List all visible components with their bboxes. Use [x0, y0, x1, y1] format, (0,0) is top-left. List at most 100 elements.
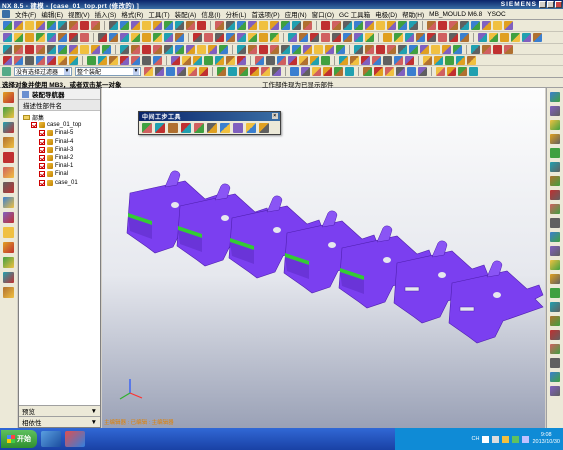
toolbar-tool-icon[interactable] [438, 33, 447, 42]
toolbar-tool-icon[interactable] [155, 123, 165, 133]
toolbar-tool-icon[interactable] [47, 44, 56, 54]
toolbar-tool-icon[interactable] [266, 55, 275, 65]
toolbar-tool-icon[interactable] [394, 55, 403, 65]
toolbar-tool-icon[interactable] [175, 44, 184, 54]
toolbar-tool-icon[interactable] [504, 44, 513, 54]
toolbar-tool-icon[interactable] [182, 55, 191, 65]
right-tool-icon[interactable] [550, 358, 560, 368]
toolbar-tool-icon[interactable] [343, 33, 352, 42]
toolbar-tool-icon[interactable] [58, 21, 67, 30]
toolbar-tool-icon[interactable] [25, 55, 34, 65]
toolbar-tool-icon[interactable] [120, 33, 129, 42]
toolbar-tool-icon[interactable] [372, 55, 381, 65]
toolbar-tool-icon[interactable] [449, 33, 458, 42]
toolbar-tool-icon[interactable] [361, 55, 370, 65]
visibility-checkbox[interactable] [39, 179, 45, 186]
toolbar-tool-icon[interactable] [405, 55, 414, 65]
toolbar-tool-icon[interactable] [226, 21, 235, 30]
toolbar-tool-icon[interactable] [237, 21, 246, 30]
toolbar-tool-icon[interactable] [321, 33, 330, 42]
app-icon[interactable] [2, 10, 10, 18]
toolbar-tool-icon[interactable] [281, 44, 290, 54]
toolbar-tool-icon[interactable] [447, 67, 456, 76]
toolbar-tool-icon[interactable] [259, 44, 268, 54]
column-header[interactable]: 描述性部件名 [19, 100, 100, 111]
menu-format[interactable]: 格式(R) [121, 9, 143, 19]
tree-node[interactable]: case_01 [19, 179, 100, 187]
visibility-checkbox[interactable] [39, 163, 45, 170]
toolbar-tool-icon[interactable] [365, 44, 374, 54]
toolbar-tool-icon[interactable] [248, 33, 257, 42]
menu-edit[interactable]: 编辑(E) [41, 9, 63, 19]
toolbar-tool-icon[interactable] [471, 44, 480, 54]
toolbar-tool-icon[interactable] [186, 44, 195, 54]
visibility-checkbox[interactable] [31, 122, 37, 129]
toolbar-tool-icon[interactable] [460, 21, 469, 30]
toolbar-tool-icon[interactable] [343, 21, 352, 30]
toolbar-tool-icon[interactable] [500, 33, 509, 42]
visibility-checkbox[interactable] [39, 130, 45, 137]
toolbar-tool-icon[interactable] [323, 67, 332, 76]
menu-icon[interactable] [2, 67, 11, 76]
toolbar-tool-icon[interactable] [482, 21, 491, 30]
toolbar-tool-icon[interactable] [493, 44, 502, 54]
toolbar-tool-icon[interactable] [334, 67, 343, 76]
toolbar-tool-icon[interactable] [3, 44, 12, 54]
tree-node[interactable]: Final-2 [19, 154, 100, 162]
toolbar-tool-icon[interactable] [345, 67, 354, 76]
toolbar-tool-icon[interactable] [261, 67, 270, 76]
toolbar-tool-icon[interactable] [354, 44, 363, 54]
toolbar-tool-icon[interactable] [376, 21, 385, 30]
toolbar-tool-icon[interactable] [144, 67, 153, 76]
toolbar-tool-icon[interactable] [142, 55, 151, 65]
toolbar-tool-icon[interactable] [288, 55, 297, 65]
menu-analysis[interactable]: 分析(L) [225, 9, 246, 19]
resource-tab-icon[interactable] [3, 272, 14, 283]
toolbar-tool-icon[interactable] [332, 33, 341, 42]
toolbar-tool-icon[interactable] [153, 55, 162, 65]
toolbar-tool-icon[interactable] [292, 44, 301, 54]
toolbar-tool-icon[interactable] [365, 21, 374, 30]
toolbar-tool-icon[interactable] [270, 44, 279, 54]
toolbar-tool-icon[interactable] [237, 55, 246, 65]
toolbar-tool-icon[interactable] [478, 33, 487, 42]
tree-node[interactable]: Final [19, 170, 100, 178]
toolbar-tool-icon[interactable] [197, 44, 206, 54]
toolbar-tool-icon[interactable] [248, 21, 257, 30]
toolbar-tool-icon[interactable] [336, 44, 345, 54]
clock[interactable]: 9:08 2013/10/30 [532, 432, 560, 446]
toolbar-tool-icon[interactable] [204, 55, 213, 65]
toolbar-tool-icon[interactable] [120, 44, 129, 54]
toolbar-tool-icon[interactable] [482, 44, 491, 54]
toolbar-tool-icon[interactable] [226, 55, 235, 65]
toolbar-tool-icon[interactable] [394, 33, 403, 42]
menu-window[interactable]: 窗口(O) [312, 9, 334, 19]
toolbar-tool-icon[interactable] [193, 33, 202, 42]
right-tool-icon[interactable] [550, 316, 560, 326]
menu-info[interactable]: 信息(I) [201, 9, 220, 19]
toolbar-tool-icon[interactable] [47, 55, 56, 65]
toolbar-tool-icon[interactable] [131, 21, 140, 30]
toolbar-tool-icon[interactable] [193, 55, 202, 65]
resource-tab-icon[interactable] [3, 107, 14, 118]
toolbar-tool-icon[interactable] [423, 55, 432, 65]
toolbar-tool-icon[interactable] [522, 33, 531, 42]
toolbar-tool-icon[interactable] [98, 55, 107, 65]
toolbar-tool-icon[interactable] [142, 44, 151, 54]
toolbar-tool-icon[interactable] [434, 55, 443, 65]
toolbar-tool-icon[interactable] [427, 33, 436, 42]
right-tool-icon[interactable] [550, 274, 560, 284]
toolbar-tool-icon[interactable] [14, 55, 23, 65]
right-tool-icon[interactable] [550, 344, 560, 354]
tree-node[interactable]: 部集 [19, 113, 100, 122]
maximize-button[interactable] [547, 1, 554, 8]
toolbar-tool-icon[interactable] [208, 44, 217, 54]
tray-icon[interactable] [512, 435, 520, 443]
menu-assembly[interactable]: 装配(A) [175, 9, 197, 19]
toolbar-tool-icon[interactable] [237, 33, 246, 42]
toolbar-tool-icon[interactable] [456, 55, 465, 65]
toolbar-tool-icon[interactable] [142, 123, 152, 133]
toolbar-tool-icon[interactable] [383, 55, 392, 65]
toolbar-tool-icon[interactable] [303, 21, 312, 30]
toolbar-tool-icon[interactable] [102, 44, 111, 54]
